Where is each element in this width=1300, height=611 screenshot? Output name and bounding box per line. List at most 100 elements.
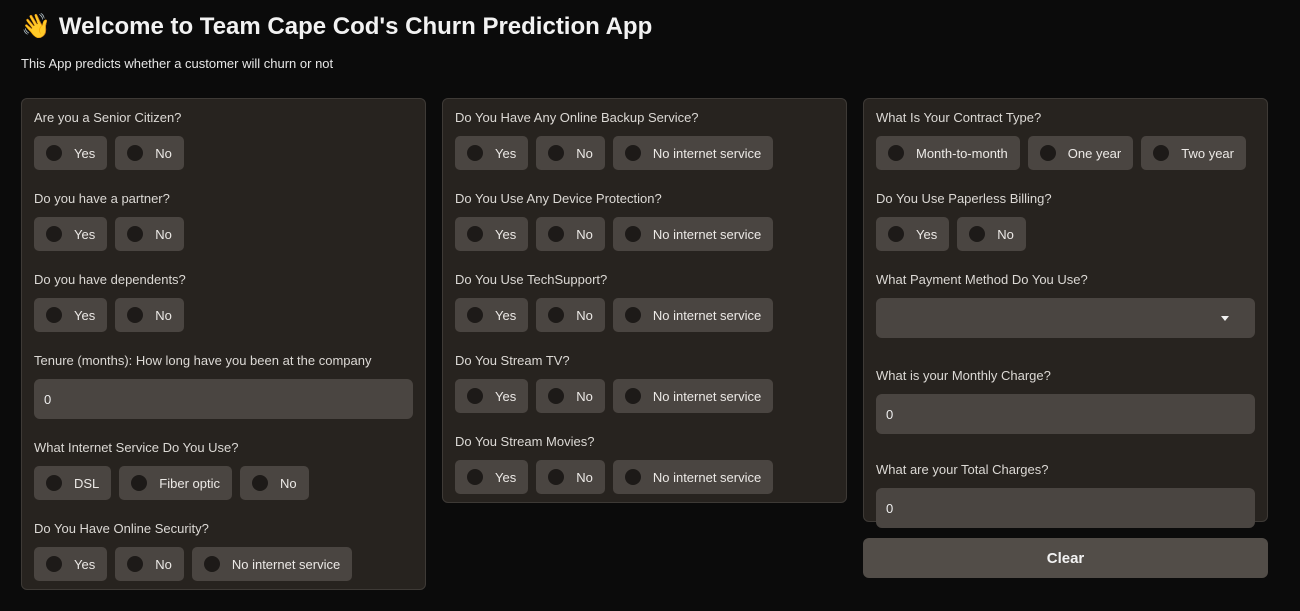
tv-no-internet-option[interactable]: No internet service (612, 379, 774, 413)
option-label: Month-to-month (916, 145, 1008, 161)
radio-icon (203, 556, 220, 572)
online-backup-label: Do You Have Any Online Backup Service? (455, 110, 699, 125)
paperless-no-option[interactable]: No (957, 217, 1026, 251)
backup-no-option[interactable]: No (536, 136, 605, 170)
option-label: No (576, 145, 593, 161)
total-charges-input[interactable]: 0 (876, 488, 1255, 528)
senior-citizen-no-option[interactable]: No (115, 136, 184, 170)
option-label: Yes (495, 469, 517, 485)
option-label: No internet service (652, 388, 762, 404)
movies-yes-option[interactable]: Yes (455, 460, 529, 494)
tenure-group: Tenure (months): How long have you been … (34, 352, 413, 419)
option-label: No (576, 226, 593, 242)
radio-icon (131, 475, 148, 491)
monthly-charge-input[interactable]: 0 (876, 394, 1255, 434)
internet-no-option[interactable]: No (240, 466, 309, 500)
tv-yes-option[interactable]: Yes (455, 379, 529, 413)
radio-icon (624, 307, 641, 323)
form-panel-left: Are you a Senior Citizen? Yes No Do you … (21, 98, 426, 590)
dependents-options: Yes No (34, 298, 413, 332)
payment-method-dropdown[interactable] (876, 298, 1255, 338)
backup-yes-option[interactable]: Yes (455, 136, 529, 170)
option-label: No internet service (652, 145, 762, 161)
radio-icon (467, 388, 483, 404)
senior-citizen-options: Yes No (34, 136, 413, 170)
stream-tv-label: Do You Stream TV? (455, 353, 570, 368)
security-yes-option[interactable]: Yes (34, 547, 108, 581)
protection-no-internet-option[interactable]: No internet service (612, 217, 774, 251)
internet-service-label: What Internet Service Do You Use? (34, 440, 239, 455)
techsupport-no-option[interactable]: No (536, 298, 605, 332)
option-label: No (997, 226, 1014, 242)
internet-fiber-option[interactable]: Fiber optic (119, 466, 232, 500)
protection-no-option[interactable]: No (536, 217, 605, 251)
stream-tv-group: Do You Stream TV? Yes No No internet ser… (455, 352, 834, 413)
total-charges-label: What are your Total Charges? (876, 462, 1049, 477)
online-backup-options: Yes No No internet service (455, 136, 834, 170)
option-label: No internet service (231, 556, 341, 572)
radio-icon (888, 145, 904, 161)
radio-icon (46, 556, 62, 572)
option-label: No (155, 226, 172, 242)
radio-icon (548, 388, 565, 404)
movies-no-option[interactable]: No (536, 460, 605, 494)
tenure-input[interactable]: 0 (34, 379, 413, 419)
radio-icon (548, 469, 565, 485)
option-label: Fiber optic (159, 475, 220, 491)
radio-icon (467, 145, 483, 161)
option-label: Yes (74, 307, 96, 323)
total-charges-value: 0 (886, 500, 894, 516)
page-title-text: Welcome to Team Cape Cod's Churn Predict… (58, 12, 653, 40)
dependents-no-option[interactable]: No (115, 298, 184, 332)
radio-icon (624, 226, 641, 242)
option-label: Yes (495, 307, 517, 323)
clear-button[interactable]: Clear (863, 538, 1268, 578)
security-no-internet-option[interactable]: No internet service (191, 547, 353, 581)
option-label: DSL (74, 475, 100, 491)
online-security-options: Yes No No internet service (34, 547, 413, 581)
stream-movies-group: Do You Stream Movies? Yes No No internet… (455, 433, 834, 494)
radio-icon (46, 307, 62, 323)
page-subtitle: This App predicts whether a customer wil… (21, 56, 334, 71)
senior-citizen-group: Are you a Senior Citizen? Yes No (34, 109, 413, 170)
techsupport-yes-option[interactable]: Yes (455, 298, 529, 332)
protection-yes-option[interactable]: Yes (455, 217, 529, 251)
option-label: Yes (74, 556, 96, 572)
security-no-option[interactable]: No (115, 547, 184, 581)
internet-service-group: What Internet Service Do You Use? DSL Fi… (34, 439, 413, 500)
partner-yes-option[interactable]: Yes (34, 217, 108, 251)
monthly-charge-value: 0 (886, 406, 894, 422)
option-label: Yes (495, 226, 517, 242)
form-panel-middle: Do You Have Any Online Backup Service? Y… (442, 98, 847, 503)
option-label: No internet service (652, 307, 762, 323)
radio-icon (548, 226, 565, 242)
senior-citizen-yes-option[interactable]: Yes (34, 136, 108, 170)
option-label: No (155, 307, 172, 323)
radio-icon (624, 388, 641, 404)
option-label: No internet service (652, 469, 762, 485)
device-protection-group: Do You Use Any Device Protection? Yes No… (455, 190, 834, 251)
option-label: No (576, 388, 593, 404)
option-label: No (576, 307, 593, 323)
techsupport-no-internet-option[interactable]: No internet service (612, 298, 774, 332)
tech-support-label: Do You Use TechSupport? (455, 272, 608, 287)
paperless-yes-option[interactable]: Yes (876, 217, 950, 251)
partner-no-option[interactable]: No (115, 217, 184, 251)
radio-icon (969, 226, 986, 242)
option-label: No (576, 469, 593, 485)
contract-one-year-option[interactable]: One year (1027, 136, 1134, 170)
option-label: Two year (1181, 145, 1234, 161)
internet-dsl-option[interactable]: DSL (34, 466, 112, 500)
stream-movies-options: Yes No No internet service (455, 460, 834, 494)
radio-icon (888, 226, 904, 242)
payment-method-label: What Payment Method Do You Use? (876, 272, 1088, 287)
dependents-yes-option[interactable]: Yes (34, 298, 108, 332)
tv-no-option[interactable]: No (536, 379, 605, 413)
contract-monthly-option[interactable]: Month-to-month (876, 136, 1020, 170)
contract-two-year-option[interactable]: Two year (1141, 136, 1246, 170)
stream-tv-options: Yes No No internet service (455, 379, 834, 413)
movies-no-internet-option[interactable]: No internet service (612, 460, 774, 494)
backup-no-internet-option[interactable]: No internet service (612, 136, 774, 170)
online-security-label: Do You Have Online Security? (34, 521, 209, 536)
option-label: No (280, 475, 297, 491)
